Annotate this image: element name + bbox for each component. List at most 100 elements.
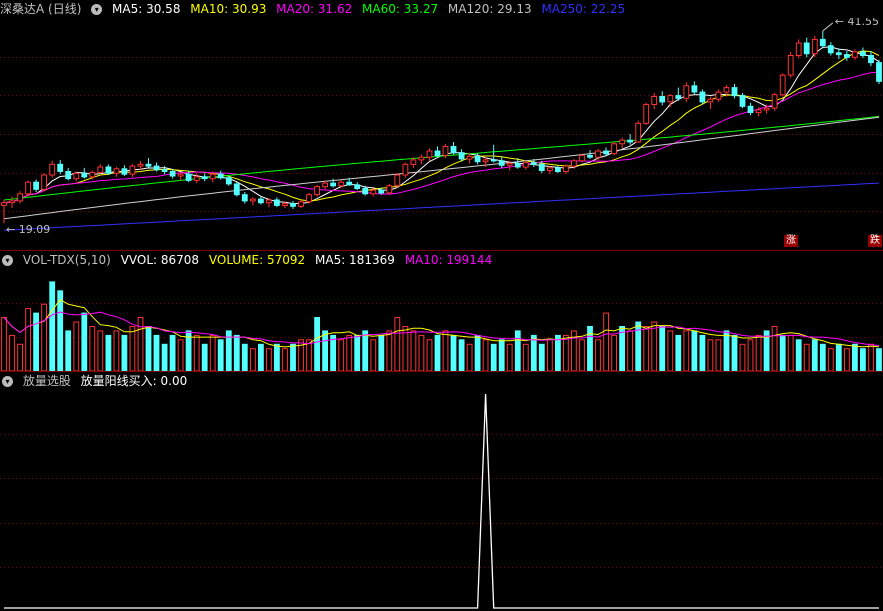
candle-body [201,176,208,180]
ma250-line [3,182,880,231]
volume-bar [282,348,288,371]
candle-body [747,105,754,114]
volume-bar [33,312,40,371]
candle-body [233,183,240,196]
volume-bar [530,334,537,371]
volume-bar [803,343,810,371]
volume-bar [675,334,682,371]
candle-body [723,87,730,93]
candle-body [378,189,385,194]
signal-title: 放量选股 [22,374,71,388]
volume-bar [611,334,618,371]
candle-body [787,55,794,76]
candle-body [266,199,272,204]
candle-body [290,203,296,207]
candle-body [9,200,15,204]
volume-bar [876,348,882,371]
volume-bar [538,343,545,371]
ma10-label: MA10: 30.93 [190,2,267,16]
candle-body [458,152,465,160]
candle-body [852,51,858,58]
volume-bar [450,334,457,371]
candle-body [105,166,112,174]
candle-body [434,150,441,156]
volume-bar [113,330,120,371]
candlestick-chart[interactable]: ← 41.55 ← 19.09 [0,18,883,250]
candle-body [635,122,642,143]
candle-body [522,162,529,168]
signal-panel[interactable]: ▾ 放量选股 放量阳线买入: 0.00 [0,372,883,611]
candle-body [217,173,224,179]
vol-ma5-label: MA5: 181369 [315,253,395,267]
chevron-down-icon[interactable]: ▾ [91,4,103,15]
volume-bar [81,312,88,371]
ma60-label: MA60: 33.27 [362,2,439,16]
candle-body [338,181,345,187]
volume-bar [65,330,72,371]
candle-body [306,194,312,203]
candle-body [514,162,521,168]
candle-body [683,85,690,99]
volume-bar [771,326,778,371]
volume-bar [370,339,377,371]
volume-bar [338,339,345,371]
candle-body [322,182,329,188]
volume-bar [89,326,96,371]
candle-body [466,155,473,160]
price-panel[interactable]: 深桑达A (日线) ▾ MA5: 30.58 MA10: 30.93 MA20:… [0,0,883,250]
signal-panel-header: ▾ 放量选股 放量阳线买入: 0.00 [0,372,883,390]
ma5-line [3,46,880,205]
chevron-down-icon[interactable]: ▾ [2,255,13,266]
volume-bar [739,343,746,371]
candle-body [659,96,666,103]
candle-body [145,163,152,167]
candle-body [362,187,369,195]
volume-bar [41,303,48,371]
volume-bar [827,348,834,371]
candle-body [844,54,850,58]
candle-body [426,150,433,158]
candle-body [755,109,762,114]
candle-body [177,173,184,177]
volume-bar [715,339,722,371]
candle-body [530,162,537,165]
candle-body [65,171,72,180]
volume-bar [482,339,489,371]
volume-bar [266,348,272,371]
candle-body [803,42,810,55]
volume-chart[interactable] [0,269,883,371]
candle-body [699,91,706,103]
volume-bar [209,334,216,371]
candle-body [153,165,160,171]
chevron-down-icon[interactable]: ▾ [2,376,13,387]
volume-bar [779,334,786,371]
candle-body [330,182,337,187]
candle-body [241,194,248,202]
volume-bar [490,343,497,371]
low-price-label: ← 19.09 [6,223,50,236]
volume-bar [747,339,754,371]
candle-body [258,198,264,204]
volume-bar [193,334,200,371]
candle-body [771,94,778,109]
volume-bar [627,330,634,371]
candle-body [868,55,874,64]
signal-chart[interactable] [0,390,883,611]
volume-bar [474,334,481,371]
volume-bar [1,317,7,371]
candle-body [675,95,682,99]
candle-body [779,74,786,96]
candle-body [49,163,56,176]
candle-body [346,181,353,186]
candle-body [1,202,7,206]
volume-panel[interactable]: ▾ VOL-TDX(5,10) VVOL: 86708 VOLUME: 5709… [0,251,883,371]
candle-body [691,85,698,93]
volume-bar [57,290,64,371]
candle-body [827,45,834,54]
high-price-label: ← 41.55 [835,18,879,28]
candle-body [57,163,64,172]
volume-bar [217,339,224,371]
volume-bar [169,334,176,371]
candle-body [73,172,80,180]
signal-line [4,393,879,609]
